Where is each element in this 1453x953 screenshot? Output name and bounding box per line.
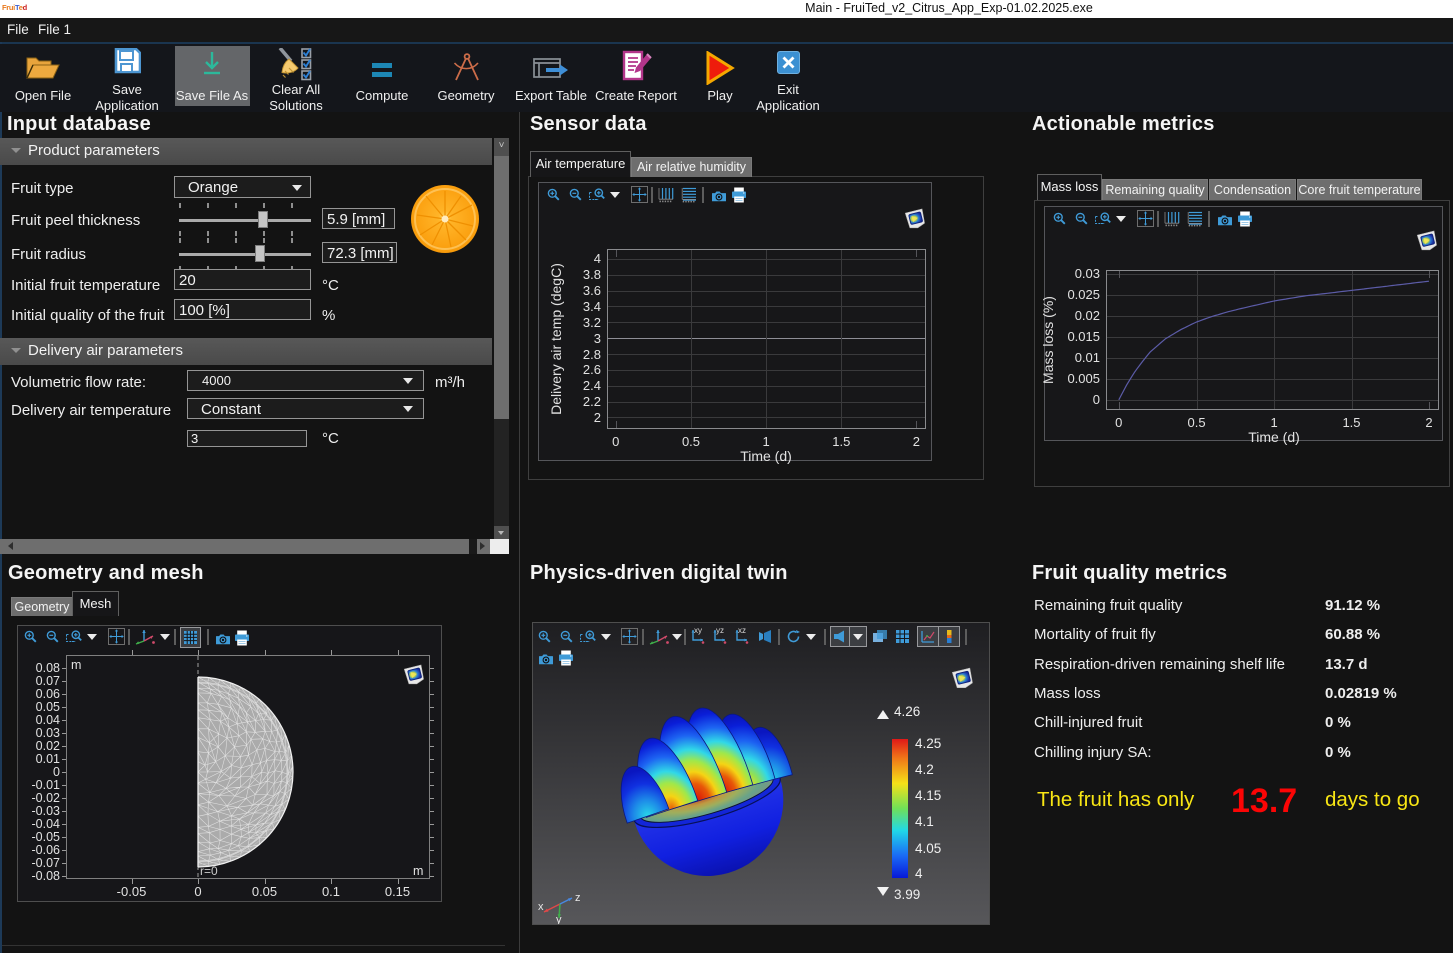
svg-text:r=0: r=0 (200, 864, 218, 878)
svg-text:y: y (556, 914, 562, 924)
svg-text:x: x (538, 901, 544, 913)
svg-text:z: z (575, 892, 581, 904)
